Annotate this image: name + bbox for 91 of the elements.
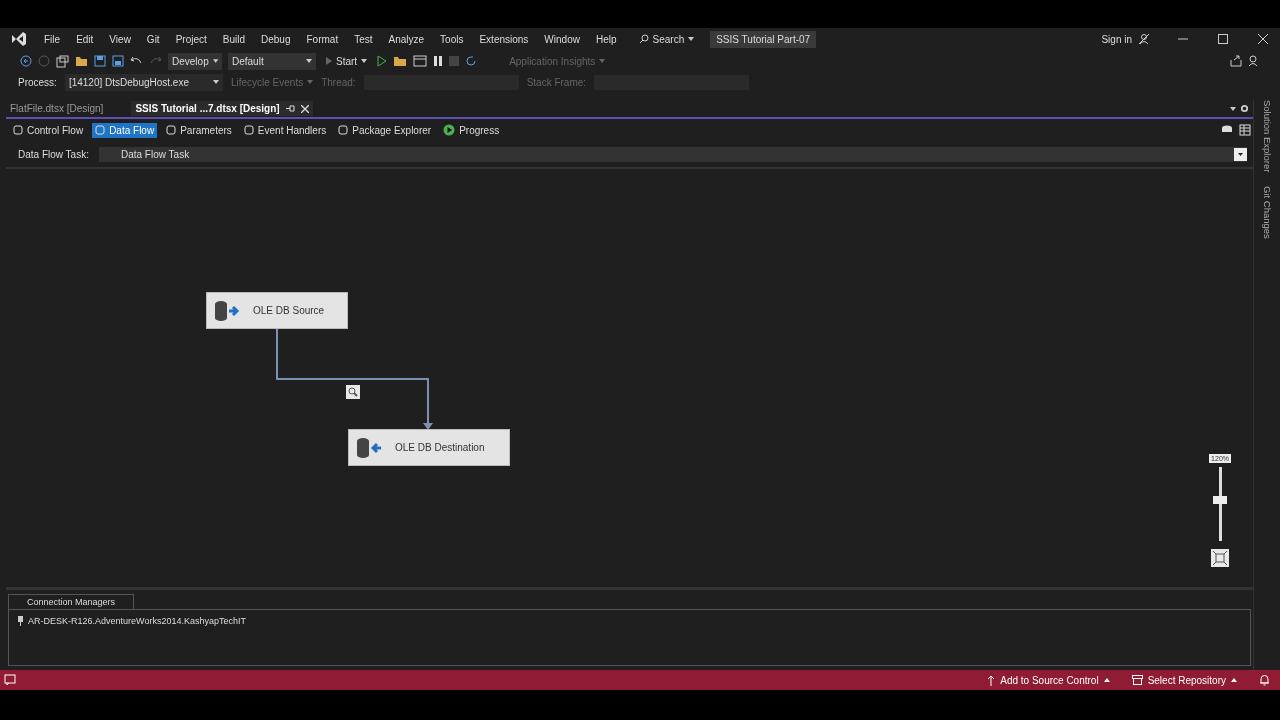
tab-icon bbox=[243, 125, 254, 135]
menu-item[interactable]: Git bbox=[138, 33, 168, 45]
save-all-icon[interactable] bbox=[112, 55, 124, 67]
configuration-dropdown[interactable]: Develop bbox=[168, 52, 222, 70]
task-label: Data Flow Task: bbox=[18, 148, 89, 160]
restart-icon[interactable] bbox=[465, 55, 478, 67]
menu-item[interactable]: Help bbox=[587, 33, 625, 45]
folder-icon[interactable] bbox=[393, 55, 408, 67]
thread-label: Thread: bbox=[321, 76, 356, 88]
caret-icon bbox=[361, 59, 368, 63]
new-project-icon[interactable] bbox=[56, 54, 69, 68]
folder-icon[interactable] bbox=[75, 55, 88, 67]
designer-tab[interactable]: Progress bbox=[440, 122, 503, 138]
account-icon[interactable] bbox=[1138, 33, 1150, 45]
menu-item[interactable]: Window bbox=[536, 33, 588, 45]
document-tab[interactable]: FlatFile.dtsx [Design] bbox=[6, 101, 108, 116]
data-flow-component[interactable]: OLE DB Destination bbox=[348, 429, 510, 466]
settings-icon[interactable] bbox=[1240, 104, 1249, 113]
designer-tab[interactable]: Data Flow bbox=[92, 122, 158, 138]
search-icon bbox=[638, 34, 649, 44]
menu-item[interactable]: Build bbox=[214, 33, 253, 45]
caret-icon bbox=[599, 59, 606, 63]
designer-tab[interactable]: Package Explorer bbox=[335, 122, 435, 138]
connection-manager-item[interactable]: AR-DESK-R126.AdventureWorks2014.KashyapTechIT bbox=[17, 616, 1242, 626]
caret-icon bbox=[212, 80, 219, 84]
sign-in-link[interactable]: Sign in bbox=[1101, 33, 1132, 45]
save-icon[interactable] bbox=[94, 55, 106, 67]
plug-icon bbox=[17, 616, 24, 626]
pin-icon[interactable] bbox=[285, 105, 295, 112]
start-button[interactable]: Start bbox=[322, 55, 372, 67]
feedback-icon[interactable] bbox=[1248, 55, 1260, 67]
zoom-to-fit-icon[interactable] bbox=[1211, 549, 1230, 567]
process-label: Process: bbox=[18, 76, 57, 88]
menu-item[interactable]: Format bbox=[298, 33, 347, 45]
designer-tab[interactable]: Event Handlers bbox=[240, 122, 330, 138]
caret-icon bbox=[1234, 147, 1247, 161]
grid-icon[interactable] bbox=[1239, 124, 1251, 136]
caret-icon bbox=[688, 37, 695, 41]
status-bar-button[interactable]: Select Repository bbox=[1131, 674, 1237, 686]
database-icon bbox=[355, 436, 383, 459]
menu-item[interactable]: Debug bbox=[253, 33, 299, 45]
caret-icon bbox=[212, 59, 218, 63]
database-icon bbox=[213, 299, 241, 322]
zoom-slider-thumb[interactable] bbox=[1213, 496, 1228, 505]
caret-icon bbox=[307, 80, 314, 84]
platform-dropdown[interactable]: Default bbox=[228, 52, 316, 70]
close-icon[interactable] bbox=[300, 104, 309, 113]
designer-tab[interactable]: Parameters bbox=[163, 122, 235, 138]
pause-icon[interactable] bbox=[433, 56, 444, 66]
side-panel-tab[interactable]: Solution Explorer bbox=[1261, 100, 1273, 173]
tab-icon bbox=[166, 125, 177, 135]
tab-icon bbox=[338, 125, 349, 135]
share-icon[interactable] bbox=[1230, 55, 1242, 67]
data-flow-component[interactable]: OLE DB Source bbox=[206, 292, 348, 329]
side-panel-tab[interactable]: Git Changes bbox=[1261, 186, 1273, 240]
play-icon bbox=[443, 124, 456, 136]
status-bar-button[interactable]: Add to Source Control bbox=[987, 674, 1110, 686]
search-button[interactable]: Search bbox=[632, 33, 701, 45]
maximize-icon[interactable] bbox=[1218, 34, 1228, 44]
process-dropdown[interactable]: [14120] DtsDebugHost.exe bbox=[64, 73, 223, 91]
window-icon[interactable] bbox=[413, 55, 428, 67]
caret-icon bbox=[306, 59, 312, 63]
task-dropdown[interactable]: Data Flow Task bbox=[98, 146, 1247, 162]
menu-item[interactable]: Tools bbox=[432, 33, 472, 45]
caret-icon[interactable] bbox=[1230, 106, 1236, 111]
repository-icon bbox=[1131, 675, 1143, 685]
arrow-up-icon bbox=[987, 674, 996, 686]
tab-icon bbox=[13, 125, 23, 135]
menu-item[interactable]: Project bbox=[167, 33, 215, 45]
menu-item[interactable]: View bbox=[101, 33, 139, 45]
menu-item[interactable]: Test bbox=[346, 33, 381, 45]
menu-item[interactable]: Extensions bbox=[471, 33, 537, 45]
caret-icon bbox=[1103, 678, 1110, 682]
back-icon[interactable] bbox=[20, 55, 32, 67]
tab-icon bbox=[95, 125, 106, 135]
bell-icon[interactable] bbox=[1259, 674, 1270, 686]
play-icon bbox=[326, 57, 332, 65]
menu-item[interactable]: Analyze bbox=[380, 33, 433, 45]
menu-item[interactable]: Edit bbox=[68, 33, 102, 45]
designer-tab[interactable]: Control Flow bbox=[10, 122, 87, 138]
document-tab[interactable]: SSIS Tutorial ...7.dtsx [Design] bbox=[131, 101, 313, 116]
data-viewer-icon[interactable] bbox=[346, 385, 360, 399]
solution-title: SSIS Tutorial Part-07 bbox=[710, 30, 817, 48]
stack-frame-label: Stack Frame: bbox=[526, 76, 587, 88]
notification-icon[interactable] bbox=[4, 674, 16, 686]
data-path-arrow[interactable] bbox=[276, 329, 436, 431]
menu-item[interactable]: File bbox=[36, 33, 69, 45]
play-icon[interactable] bbox=[377, 55, 388, 67]
close-icon[interactable] bbox=[1258, 34, 1268, 44]
connection-managers-tab[interactable]: Connection Managers bbox=[8, 594, 135, 609]
caret-icon bbox=[1231, 678, 1237, 682]
